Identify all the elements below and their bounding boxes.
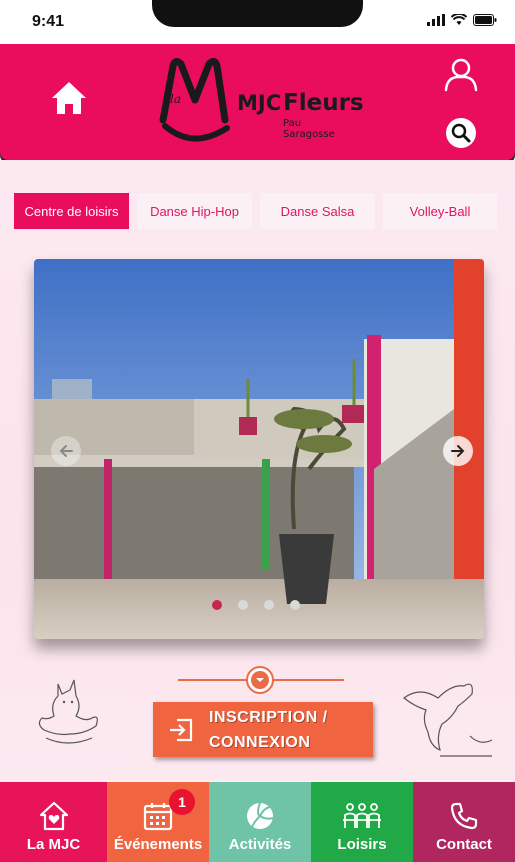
- logo-fleurs-text: Fleurs: [283, 90, 364, 116]
- battery-icon: [473, 14, 497, 26]
- arrow-right-icon: [451, 445, 465, 457]
- carousel-dot[interactable]: [290, 600, 300, 610]
- nav-label: La MJC: [26, 836, 81, 853]
- carousel-next-button[interactable]: [443, 436, 473, 466]
- nav-contact[interactable]: Contact: [413, 782, 515, 862]
- status-icons: [427, 14, 497, 26]
- nav-label: Loisirs: [337, 836, 387, 853]
- account-button[interactable]: [443, 56, 479, 92]
- nav-label: Événements: [113, 836, 203, 853]
- wifi-icon: [451, 14, 467, 25]
- phone-icon: [450, 802, 478, 830]
- status-time: 9:41: [32, 13, 65, 30]
- tab-danse-hip-hop[interactable]: Danse Hip-Hop: [137, 193, 252, 229]
- login-line: CONNEXION: [209, 733, 311, 751]
- search-button[interactable]: [446, 118, 476, 148]
- bottom-navigation: La MJC Événements 1 Activités Loisirs Co…: [0, 782, 515, 862]
- carousel-pagination: [212, 600, 300, 610]
- mascot-handstand-illustration: [403, 683, 493, 757]
- device-notch: [152, 0, 363, 27]
- signup-login-button[interactable]: INSCRIPTION / CONNEXION: [153, 702, 373, 757]
- nav-activites[interactable]: Activités: [209, 782, 311, 862]
- status-bar: 9:41: [0, 0, 515, 44]
- tab-label: Danse Hip-Hop: [150, 203, 239, 219]
- login-icon: [170, 718, 193, 741]
- expand-toggle[interactable]: [246, 666, 274, 694]
- carousel-dot[interactable]: [264, 600, 274, 610]
- signup-line: INSCRIPTION /: [209, 708, 328, 726]
- notification-badge: 1: [169, 789, 195, 815]
- carousel-dot[interactable]: [212, 600, 222, 610]
- home-button[interactable]: [50, 79, 88, 117]
- tab-label: Danse Salsa: [280, 203, 355, 219]
- search-icon: [451, 123, 471, 143]
- arrow-left-icon: [59, 445, 73, 457]
- logo-mjc-text: MJC: [237, 91, 281, 115]
- volleyball-icon: [247, 802, 274, 829]
- app-header: la MJC Fleurs Pau Saragosse: [0, 44, 515, 160]
- tab-label: Centre de loisirs: [24, 203, 119, 219]
- nav-evenements[interactable]: Événements 1: [107, 782, 209, 862]
- signup-login-label: INSCRIPTION / CONNEXION: [209, 705, 328, 755]
- logo-saragosse-text: Saragosse: [283, 129, 335, 140]
- nav-label: Activités: [228, 836, 292, 853]
- tab-danse-salsa[interactable]: Danse Salsa: [260, 193, 375, 229]
- nav-loisirs[interactable]: Loisirs: [311, 782, 413, 862]
- logo-la-text: la: [170, 92, 181, 106]
- mascot-meditating-illustration: [38, 679, 98, 744]
- logo-pau-text: Pau: [283, 118, 301, 129]
- photo-carousel[interactable]: [34, 259, 484, 639]
- chevron-down-icon: [256, 678, 264, 682]
- user-icon: [444, 58, 478, 92]
- home-icon: [52, 82, 86, 114]
- group-icon: [343, 803, 381, 828]
- signal-icon: [427, 14, 445, 26]
- carousel-photo: [34, 259, 484, 639]
- nav-label: Contact: [436, 836, 492, 853]
- carousel-dot[interactable]: [238, 600, 248, 610]
- tab-centre-de-loisirs[interactable]: Centre de loisirs: [14, 193, 129, 229]
- tab-label: Volley-Ball: [409, 203, 471, 219]
- activity-tabs: Centre de loisirs Danse Hip-Hop Danse Sa…: [14, 193, 497, 229]
- house-heart-icon: [39, 801, 68, 831]
- carousel-prev-button[interactable]: [51, 436, 81, 466]
- tab-volley-ball[interactable]: Volley-Ball: [383, 193, 497, 229]
- nav-la-mjc[interactable]: La MJC: [0, 782, 107, 862]
- mjc-logo: la MJC Fleurs Pau Saragosse: [155, 54, 365, 150]
